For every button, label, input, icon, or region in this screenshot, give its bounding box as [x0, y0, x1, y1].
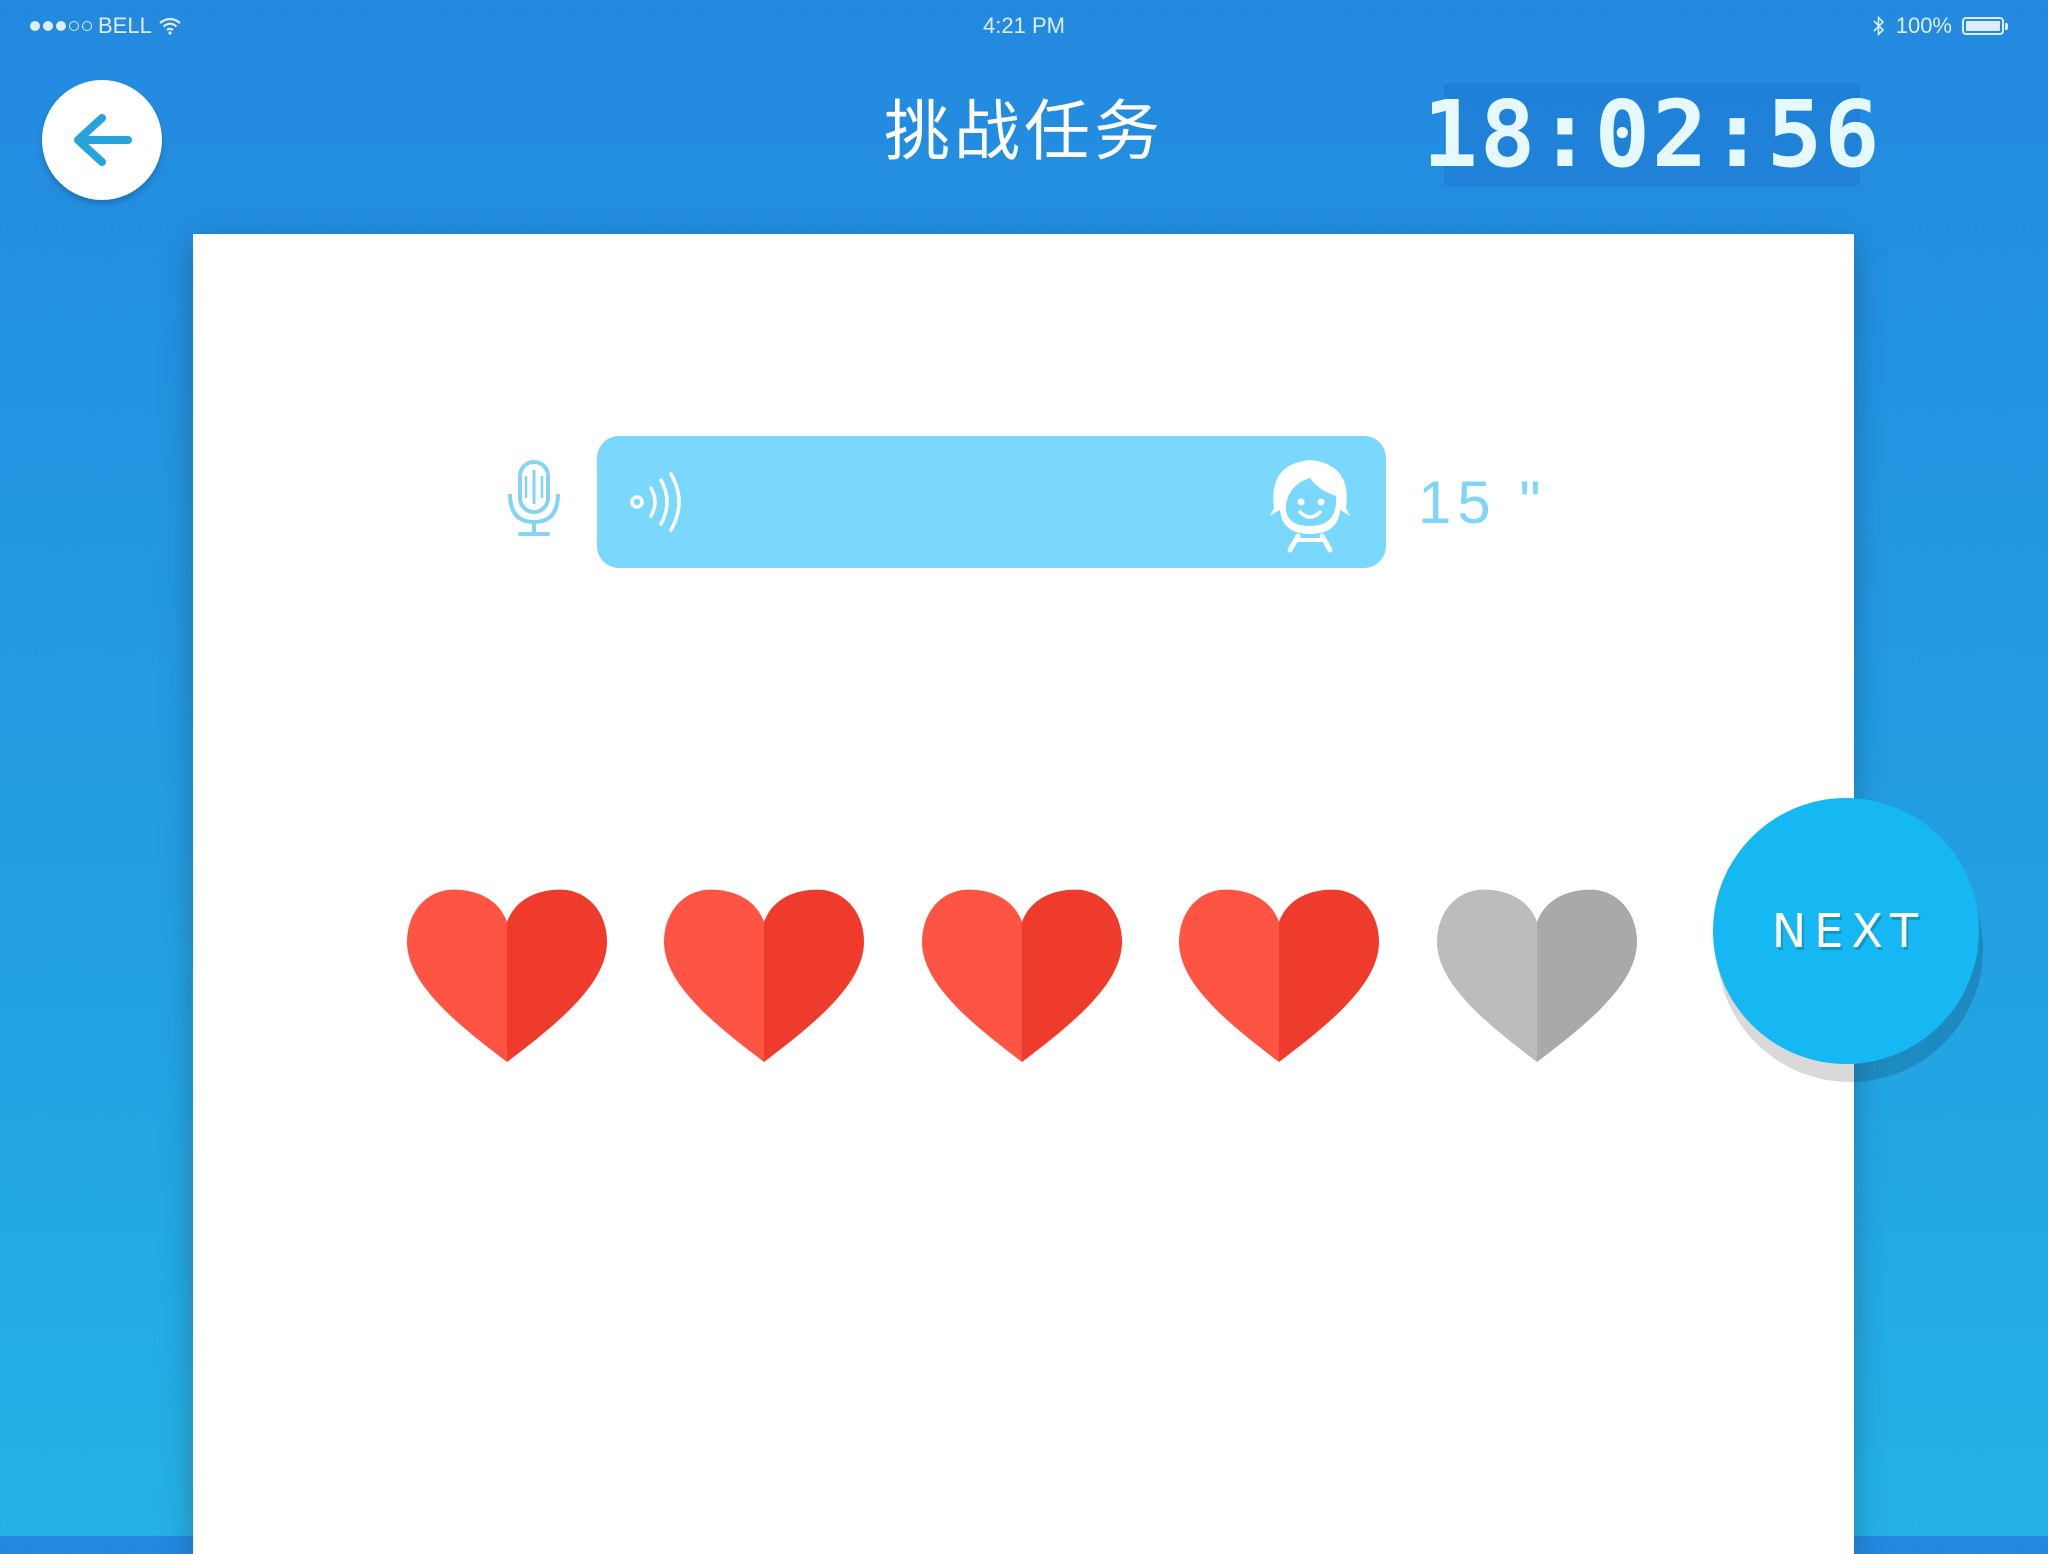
sound-wave-icon	[630, 472, 681, 532]
heart-filled-icon	[922, 889, 1122, 1062]
child-avatar-icon	[1270, 460, 1350, 553]
battery-percent: 100%	[1895, 13, 1952, 38]
next-button-label: NEXT	[1771, 904, 1927, 958]
voice-duration: 15 "	[1418, 469, 1547, 536]
microphone-icon[interactable]	[504, 458, 564, 540]
hearts-rating	[406, 884, 1646, 1064]
heart-filled-icon	[407, 889, 607, 1062]
countdown-timer: 18:02:56	[1422, 83, 1880, 187]
heart-empty-icon	[1437, 889, 1637, 1062]
heart-filled-icon	[1179, 889, 1379, 1062]
status-time: 4:21 PM	[983, 13, 1065, 38]
bluetooth-icon	[1873, 15, 1884, 37]
heart-filled-icon	[664, 889, 864, 1062]
voice-message-bar[interactable]	[597, 436, 1386, 568]
next-button[interactable]: NEXT	[1713, 798, 1979, 1064]
status-right: 100%	[1872, 13, 2008, 39]
status-bar: BELL 4:21 PM 100%	[0, 0, 2048, 52]
battery-icon	[1962, 17, 2008, 35]
timer-text: 18:02:56	[1422, 81, 1882, 188]
